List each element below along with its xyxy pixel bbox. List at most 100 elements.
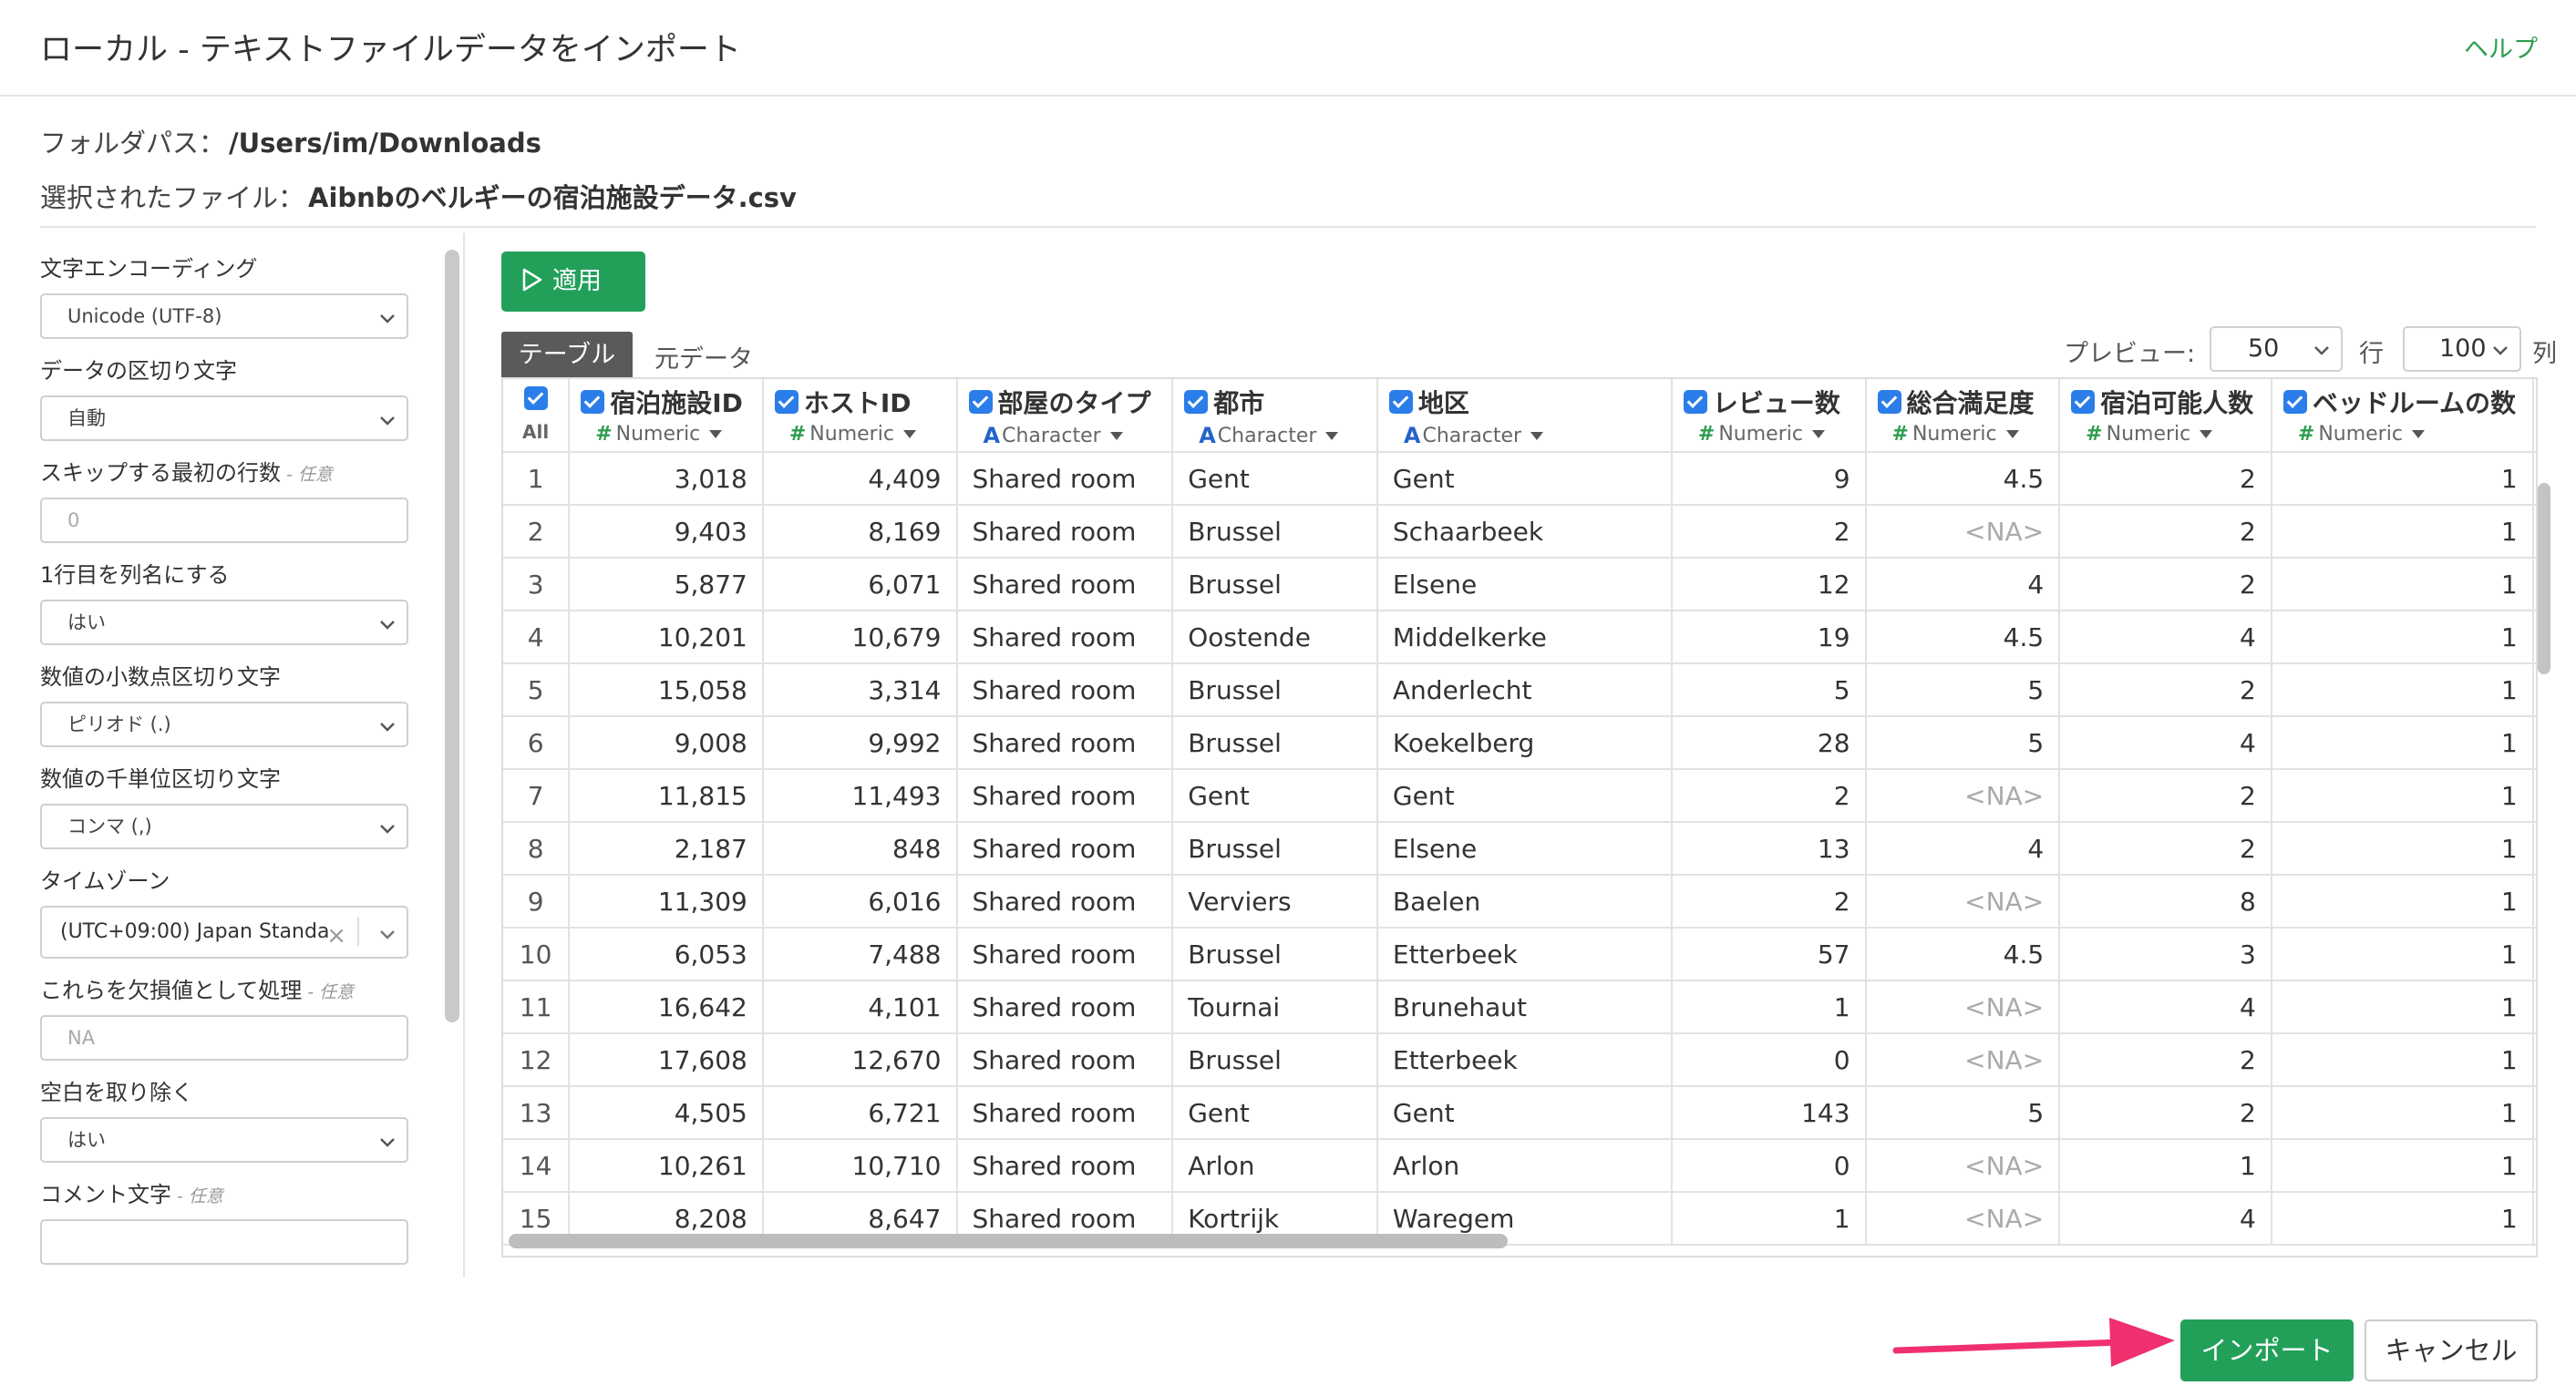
table-row: 2 9,403 8,169 Shared room Brussel Schaarbeek 2… [503, 505, 2536, 559]
column-type-dropdown[interactable]: A Character [1184, 423, 1367, 448]
preview-cols-select[interactable]: 100 [2403, 326, 2521, 372]
encoding-select[interactable]: Unicode (UTF-8) [40, 293, 408, 339]
table-cell: 1 [2271, 980, 2534, 1034]
setting-na-values: これらを欠損値として処理 - 任意 NA [40, 975, 414, 1061]
column-header[interactable]: 都市 A Character [1172, 379, 1378, 453]
column-header[interactable]: 総合満足度 # Numeric [1865, 379, 2061, 453]
timezone-select[interactable]: (UTC+09:00) Japan Standa × [40, 906, 408, 959]
grouping-mark-select[interactable]: コンマ (,) [40, 804, 408, 849]
column-type-text: Character [1002, 424, 1101, 447]
column-checkbox[interactable] [1388, 390, 1413, 414]
trim-select[interactable]: はい [40, 1117, 408, 1163]
table-cell: 9 [1671, 452, 1867, 506]
clear-icon[interactable]: × [326, 911, 346, 957]
comment-label-text: コメント文字 [40, 1182, 171, 1207]
column-name-text: 都市 [1213, 388, 1265, 418]
table-cell: 2 [2059, 452, 2272, 506]
row-number: 8 [503, 822, 571, 876]
table-cell: Shared room [956, 928, 1174, 981]
decimal-mark-select[interactable]: ピリオド (.) [40, 702, 408, 747]
tab-raw-data[interactable]: 元データ [654, 339, 753, 375]
column-checkbox[interactable] [2071, 390, 2096, 414]
column-type-dropdown[interactable]: # Numeric [1878, 423, 2050, 446]
header-row-select[interactable]: はい [40, 600, 408, 645]
column-type-dropdown[interactable]: A Character [1389, 423, 1662, 448]
column-type-dropdown[interactable]: # Numeric [2071, 423, 2262, 446]
tab-table[interactable]: テーブル [501, 332, 633, 379]
help-link[interactable]: ヘルプ [2464, 29, 2538, 65]
trim-label: 空白を取り除く [40, 1080, 193, 1105]
column-name: 総合満足度 [1877, 386, 2050, 418]
column-type-dropdown[interactable]: A Character [969, 423, 1163, 448]
column-header[interactable]: ホストID # Numeric [762, 379, 958, 453]
character-type-icon: A [1403, 423, 1421, 448]
table-cell-partial [2532, 1033, 2536, 1087]
cancel-button[interactable]: キャンセル [2365, 1319, 2538, 1381]
select-all-checkbox[interactable] [523, 386, 548, 410]
column-checkbox[interactable] [1877, 390, 1901, 414]
table-cell: Brussel [1172, 1033, 1378, 1087]
column-checkbox[interactable] [1683, 390, 1707, 414]
settings-scrollbar[interactable] [445, 250, 459, 1022]
na-values-label: これらを欠損値として処理 - 任意 [40, 975, 414, 1006]
skip-rows-input[interactable]: 0 [40, 498, 408, 543]
row-number: 12 [503, 1033, 571, 1087]
selected-file-value: Aibnbのベルギーの宿泊施設データ.csv [308, 182, 797, 213]
table-cell: 10,679 [762, 611, 958, 664]
column-checkbox[interactable] [2282, 390, 2307, 414]
comment-input[interactable] [40, 1219, 408, 1265]
column-header[interactable]: 地区 A Character [1376, 379, 1673, 453]
table-cell: Brussel [1172, 663, 1378, 717]
column-header[interactable]: 部屋のタイプ A Character [956, 379, 1174, 453]
numeric-type-icon: # [2297, 423, 2315, 446]
table-cell: 10,201 [569, 611, 764, 664]
table-cell: Shared room [956, 980, 1174, 1034]
column-checkbox[interactable] [1184, 390, 1209, 414]
column-type-dropdown[interactable]: # Numeric [775, 423, 947, 446]
column-type-text: Numeric [1718, 423, 1803, 446]
column-checkbox[interactable] [968, 390, 993, 414]
setting-trim: 空白を取り除く はい [40, 1077, 414, 1163]
table-cell: 5,877 [569, 558, 764, 611]
table-cell: 1 [2271, 611, 2534, 664]
column-header[interactable]: 宿泊可能人数 # Numeric [2059, 379, 2272, 453]
row-unit-label: 行 [2359, 340, 2384, 368]
caret-down-icon [2200, 430, 2213, 438]
column-header[interactable]: レビュー数 # Numeric [1671, 379, 1867, 453]
import-button[interactable]: インポート [2180, 1319, 2354, 1381]
column-header-partial[interactable] [2532, 379, 2536, 453]
column-type-dropdown[interactable]: # Numeric [2283, 423, 2523, 446]
table-cell: 16,642 [569, 980, 764, 1034]
table-cell: 2 [2059, 769, 2272, 823]
delimiter-select[interactable]: 自動 [40, 395, 408, 441]
vertical-scrollbar[interactable] [2538, 483, 2550, 674]
folder-path-row: フォルダパス：/Users/im/Downloads [40, 122, 541, 160]
na-values-input[interactable]: NA [40, 1015, 408, 1061]
folder-path-label: フォルダパス： [40, 128, 226, 159]
preview-rows-select[interactable]: 50 [2210, 326, 2343, 372]
column-name-text: 地区 [1417, 388, 1469, 418]
column-header[interactable]: ベッドルームの数 # Numeric [2271, 379, 2534, 453]
apply-button[interactable]: 適用 [501, 251, 645, 312]
table-cell-partial [2532, 822, 2536, 876]
table-cell: Verviers [1172, 875, 1378, 929]
numeric-type-icon: # [1697, 423, 1716, 446]
table-cell: 12,670 [762, 1033, 958, 1087]
column-type-dropdown[interactable]: # Numeric [1684, 423, 1856, 446]
table-cell: Gent [1172, 452, 1378, 506]
table-cell: 2 [2059, 663, 2272, 717]
table-cell: 1 [2271, 1192, 2534, 1246]
column-type-text: Numeric [1911, 423, 1997, 446]
delimiter-value: 自動 [67, 407, 106, 429]
table-cell: 6,721 [762, 1086, 958, 1140]
table-cell: 5 [1865, 663, 2061, 717]
column-checkbox[interactable] [581, 390, 605, 414]
table-cell: 0 [1671, 1139, 1867, 1193]
apply-label: 適用 [552, 267, 602, 295]
column-header[interactable]: 宿泊施設ID # Numeric [569, 379, 764, 453]
column-checkbox[interactable] [774, 390, 799, 414]
table-cell: Gent [1376, 452, 1673, 506]
optional-hint: - 任意 [286, 465, 333, 485]
horizontal-scrollbar[interactable] [509, 1234, 1508, 1248]
column-type-dropdown[interactable]: # Numeric [581, 423, 753, 446]
